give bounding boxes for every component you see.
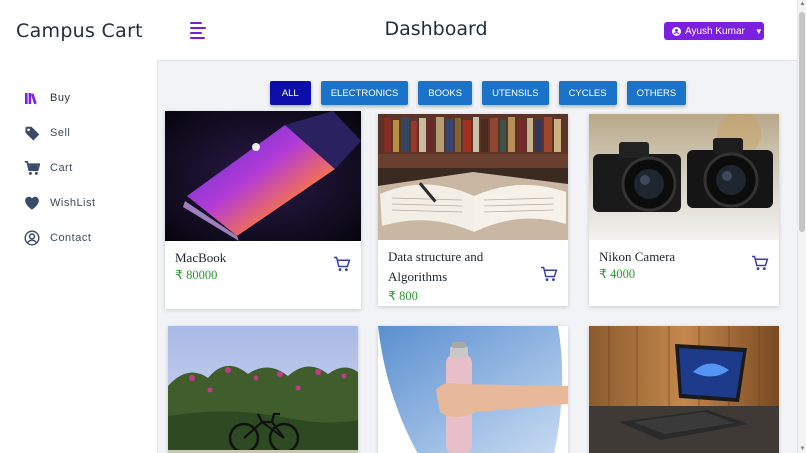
- user-menu-button[interactable]: Ayush Kumar ▼: [664, 22, 764, 40]
- product-name: MacBook: [175, 250, 227, 265]
- brand-title: Campus Cart: [16, 20, 143, 42]
- filter-others-button[interactable]: OTHERS: [626, 81, 687, 105]
- product-card[interactable]: [589, 326, 779, 453]
- category-filters: ALL ELECTRONICS BOOKS UTENSILS CYCLES OT…: [158, 81, 797, 105]
- filter-books-button[interactable]: BOOKS: [418, 81, 473, 105]
- sidebar-item-cart[interactable]: Cart: [0, 150, 157, 185]
- cart-icon: [24, 160, 40, 175]
- sidebar-item-label: Cart: [50, 161, 73, 174]
- product-image: [589, 114, 779, 240]
- product-price: ₹ 800: [388, 289, 418, 303]
- page-scrollbar[interactable]: ▲ ▼: [797, 0, 806, 453]
- sidebar-item-buy[interactable]: Buy: [0, 80, 157, 115]
- product-card[interactable]: Nikon Camera ₹ 4000: [589, 114, 779, 306]
- sidebar-item-label: Buy: [50, 91, 71, 104]
- sidebar: Buy Sell Cart WishList Contact: [0, 80, 157, 255]
- page-title: Dashboard: [384, 18, 488, 40]
- filter-utensils-button[interactable]: UTENSILS: [482, 81, 549, 105]
- main-content: ALL ELECTRONICS BOOKS UTENSILS CYCLES OT…: [157, 60, 797, 453]
- filter-all-button[interactable]: ALL: [269, 81, 311, 105]
- product-price: ₹ 80000: [175, 268, 218, 282]
- books-icon: [25, 92, 37, 104]
- product-image: [378, 114, 568, 240]
- product-name: Nikon Camera: [599, 249, 676, 264]
- product-name: Data structure and Algorithms: [388, 249, 484, 284]
- user-circle-icon: [24, 229, 40, 246]
- sidebar-item-label: Sell: [50, 126, 71, 139]
- filter-cycles-button[interactable]: CYCLES: [558, 81, 617, 105]
- product-card[interactable]: MacBook ₹ 80000: [165, 111, 361, 309]
- sidebar-item-label: Contact: [50, 231, 92, 244]
- filter-electronics-button[interactable]: ELECTRONICS: [320, 81, 409, 105]
- add-to-cart-icon[interactable]: [333, 256, 351, 272]
- product-image: [378, 326, 568, 453]
- scroll-up-arrow-icon[interactable]: ▲: [799, 1, 806, 7]
- product-image: [165, 111, 361, 241]
- app-root: Campus Cart Dashboard Ayush Kumar ▼ Buy …: [0, 0, 806, 453]
- chevron-down-icon: ▼: [754, 26, 763, 36]
- tag-icon: [25, 126, 40, 140]
- scroll-down-arrow-icon[interactable]: ▼: [799, 446, 806, 452]
- heart-icon: [25, 196, 39, 210]
- product-price: ₹ 4000: [599, 267, 636, 281]
- sidebar-item-sell[interactable]: Sell: [0, 115, 157, 150]
- scrollbar-thumb[interactable]: [799, 12, 805, 232]
- add-to-cart-icon[interactable]: [751, 255, 769, 271]
- user-name: Ayush Kumar: [685, 25, 745, 37]
- sidebar-item-wishlist[interactable]: WishList: [0, 185, 157, 220]
- product-image: [168, 326, 358, 453]
- sidebar-item-contact[interactable]: Contact: [0, 220, 157, 255]
- user-circle-icon: [672, 26, 681, 36]
- sidebar-item-label: WishList: [50, 196, 96, 209]
- product-card[interactable]: [378, 326, 568, 453]
- product-image: [589, 326, 779, 453]
- add-to-cart-icon[interactable]: [540, 266, 558, 282]
- product-card[interactable]: [168, 326, 358, 453]
- product-card[interactable]: Data structure and Algorithms ₹ 800: [378, 114, 568, 306]
- hamburger-menu-icon[interactable]: [190, 22, 208, 40]
